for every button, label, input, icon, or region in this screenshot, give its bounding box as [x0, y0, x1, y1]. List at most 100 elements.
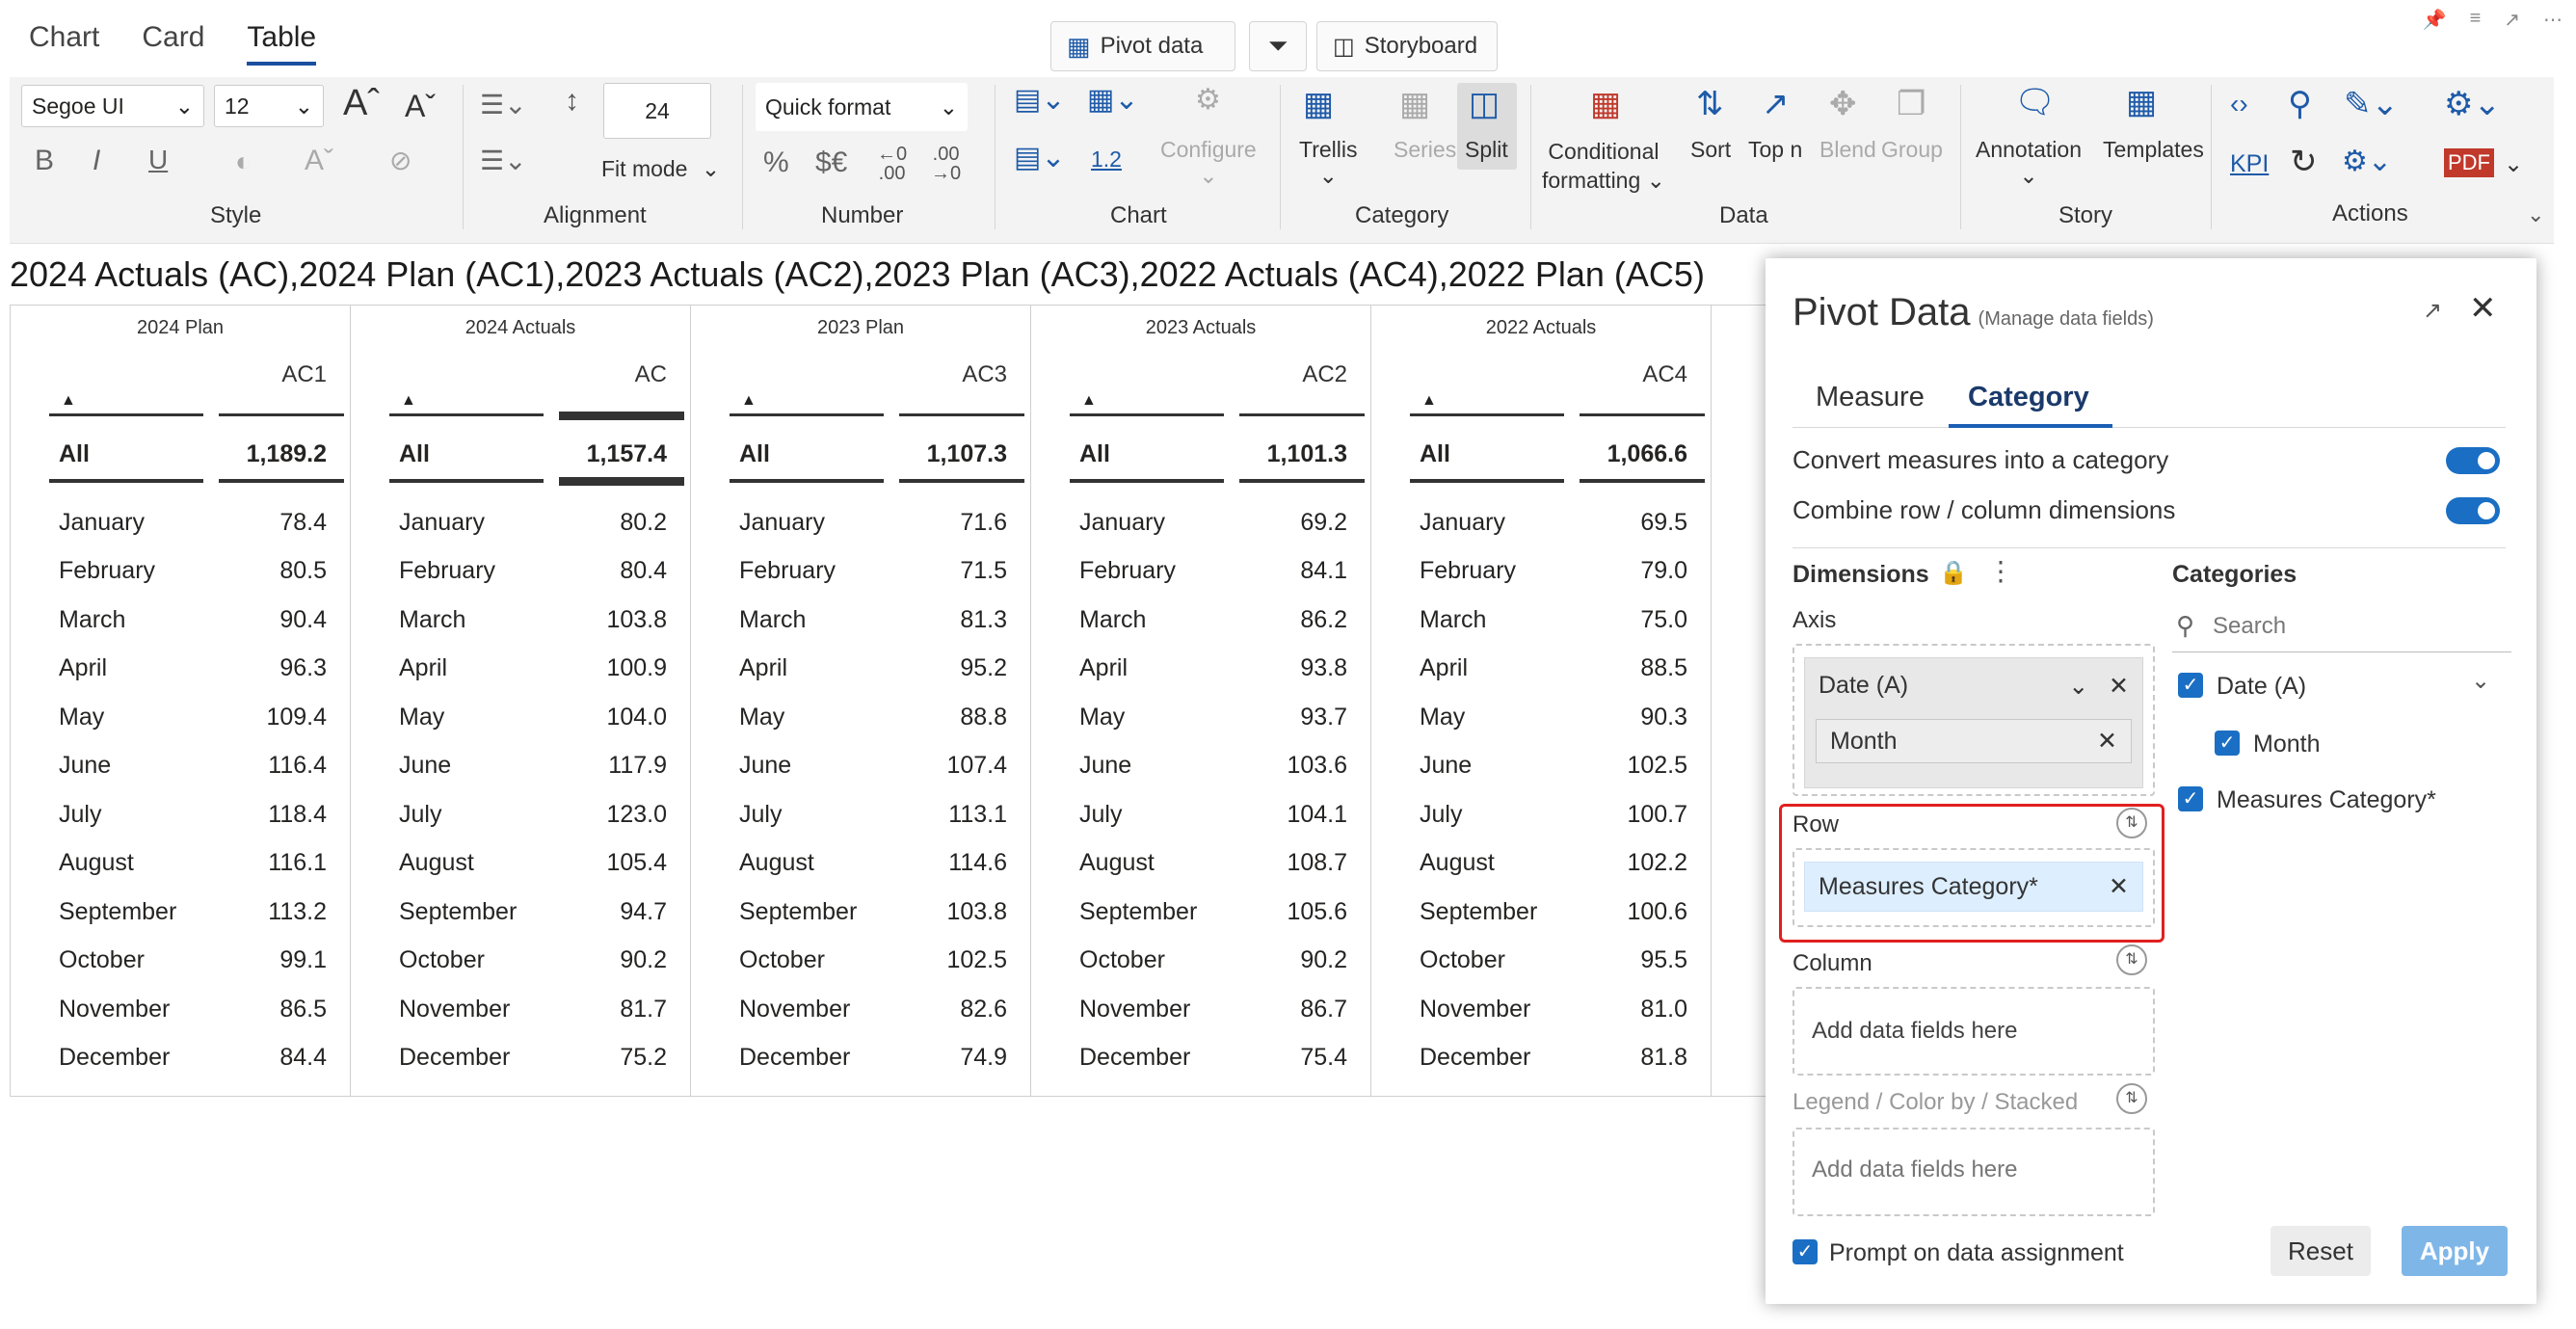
code-icon[interactable]: ‹›	[2230, 89, 2248, 120]
hide-icon[interactable]: ⊘	[389, 145, 412, 176]
checkbox-date[interactable]: ✓	[2178, 673, 2203, 698]
swap-icon[interactable]: ⇅	[2116, 944, 2147, 975]
categories-search-input[interactable]: Search	[2213, 613, 2286, 640]
sort-ascending-icon[interactable]: ▲	[1421, 392, 1437, 410]
bar-layout-icon[interactable]: ▤⌄	[1014, 83, 1065, 117]
export-settings-icon[interactable]: ⚙⌄	[2444, 85, 2501, 123]
pivot-data-button[interactable]: ▦ Pivot data	[1050, 21, 1235, 71]
sort-ascending-icon[interactable]: ▲	[741, 392, 757, 410]
row-chip-measures-category[interactable]: Measures Category* ✕	[1804, 862, 2143, 912]
pdf-export-icon[interactable]: PDF	[2444, 148, 2494, 177]
close-icon[interactable]: ✕	[2109, 673, 2129, 700]
convert-measures-toggle[interactable]	[2446, 447, 2500, 474]
column-code[interactable]: AC	[635, 361, 667, 388]
chart-value-format[interactable]: 1.2	[1091, 146, 1122, 173]
format-painter-icon[interactable]: ✎⌄	[2344, 85, 2399, 123]
row-value: 105.6	[1287, 897, 1347, 925]
pin-icon[interactable]: 📌	[2423, 8, 2447, 32]
apply-button[interactable]: Apply	[2402, 1226, 2508, 1276]
checkbox-measures-category[interactable]: ✓	[2178, 786, 2203, 811]
percent-icon[interactable]: %	[763, 146, 789, 179]
column-code[interactable]: AC3	[962, 361, 1007, 388]
axis-chip-month[interactable]: Month ✕	[1816, 719, 2132, 763]
stack-layout-icon[interactable]: ▤⌄	[1014, 141, 1065, 174]
row-value: 88.8	[960, 703, 1007, 731]
templates-button[interactable]: Templates	[2103, 137, 2204, 163]
close-icon[interactable]: ✕	[2469, 289, 2497, 328]
lock-icon[interactable]: 🔒	[1939, 559, 1968, 587]
column-code[interactable]: AC1	[281, 361, 327, 388]
fit-mode-select[interactable]: Fit mode ⌄	[601, 156, 720, 182]
checkbox-month[interactable]: ✓	[2215, 731, 2240, 756]
settings-icon[interactable]: ⚙⌄	[2342, 145, 2392, 178]
chart-settings-icon[interactable]: ⚙	[1195, 83, 1221, 117]
reset-button[interactable]: Reset	[2271, 1226, 2371, 1276]
close-icon[interactable]: ✕	[2109, 872, 2129, 901]
font-family-value: Segoe UI	[32, 93, 124, 119]
column-code[interactable]: AC2	[1302, 361, 1347, 388]
collapse-ribbon-icon[interactable]: ⌄	[2527, 202, 2544, 227]
decrease-font-icon[interactable]: Aˇ	[405, 89, 436, 124]
storyboard-button[interactable]: ◫ Storyboard	[1316, 21, 1498, 71]
more-options-icon[interactable]: ⋮	[1987, 555, 2014, 587]
align-horizontal-icon[interactable]: ☰⌄	[480, 89, 527, 120]
trellis-button[interactable]: Trellis ⌄	[1299, 137, 1357, 189]
align-vertical-icon[interactable]: ☰⌄	[480, 145, 527, 176]
table-row: May 88.8	[739, 693, 1007, 742]
cluster-layout-icon[interactable]: ▦⌄	[1087, 83, 1138, 117]
font-color-icon[interactable]: Aˇ	[305, 145, 333, 177]
sort-button[interactable]: Sort	[1690, 137, 1731, 163]
chevron-down-icon[interactable]: ⌄	[2504, 150, 2523, 178]
column-code[interactable]: AC4	[1642, 361, 1687, 388]
swap-icon[interactable]: ⇅	[2116, 808, 2147, 838]
group-button[interactable]: Group	[1881, 137, 1943, 163]
line-height-input[interactable]: 24	[603, 83, 711, 139]
bold-icon[interactable]: B	[35, 145, 54, 177]
quick-format-select[interactable]: Quick format ⌄	[756, 83, 968, 131]
expand-icon[interactable]: ↗	[2504, 8, 2520, 32]
tab-chart[interactable]: Chart	[29, 21, 99, 66]
conditional-formatting-button[interactable]: Conditional formatting ⌄	[1542, 137, 1665, 195]
group-label-number: Number	[821, 202, 904, 228]
chevron-down-icon[interactable]: ⌄	[2068, 673, 2088, 700]
sort-ascending-icon[interactable]: ▲	[401, 392, 416, 410]
more-options-icon[interactable]: ⋯	[2543, 8, 2563, 32]
close-icon[interactable]: ✕	[2097, 727, 2117, 756]
group-label-data: Data	[1719, 202, 1768, 228]
refresh-icon[interactable]: ↻	[2290, 143, 2318, 181]
sort-ascending-icon[interactable]: ▲	[61, 392, 76, 410]
blend-button[interactable]: Blend	[1819, 137, 1876, 163]
series-button[interactable]: Series	[1394, 137, 1456, 163]
increase-font-icon[interactable]: Aˆ	[343, 83, 380, 124]
chevron-down-icon[interactable]: ⌄	[2471, 667, 2490, 695]
configure-button[interactable]: Configure ⌄	[1160, 137, 1257, 189]
underline-icon[interactable]: U	[148, 145, 168, 175]
font-size-select[interactable]: 12 ⌄	[214, 85, 324, 127]
decrease-decimal-icon[interactable]: ←0.00	[877, 145, 907, 183]
annotation-button[interactable]: Annotation ⌄	[1976, 137, 2082, 189]
row-value: 104.1	[1287, 800, 1347, 828]
tab-table[interactable]: Table	[247, 21, 317, 66]
filter-button[interactable]: ⏷	[1249, 21, 1307, 71]
trellis-label: Trellis	[1299, 137, 1358, 162]
tab-card[interactable]: Card	[142, 21, 204, 66]
table-row: August 102.2	[1420, 839, 1687, 889]
sort-ascending-icon[interactable]: ▲	[1081, 392, 1097, 410]
tab-measure[interactable]: Measure	[1816, 382, 1925, 413]
table-column: 2024 Actuals AC ▲ All 1,157.4 January 80.2 Febr…	[351, 306, 691, 1096]
prompt-checkbox[interactable]: ✓	[1793, 1239, 1818, 1264]
fill-color-icon[interactable]: ◐	[235, 146, 252, 177]
search-icon[interactable]: ⚲	[2288, 85, 2312, 123]
top-n-button[interactable]: Top n	[1748, 137, 1802, 163]
increase-decimal-icon[interactable]: .00 →0	[931, 145, 961, 183]
popout-icon[interactable]: ↗	[2423, 297, 2442, 325]
currency-icon[interactable]: $€	[815, 146, 847, 179]
filter-icon[interactable]: ≡	[2470, 8, 2482, 32]
combine-dimensions-toggle[interactable]	[2446, 497, 2500, 524]
kpi-button[interactable]: KPI	[2230, 150, 2269, 178]
font-family-select[interactable]: Segoe UI ⌄	[21, 85, 204, 127]
row-value: 99.1	[279, 946, 327, 974]
swap-icon[interactable]: ⇅	[2116, 1083, 2147, 1114]
tab-category[interactable]: Category	[1968, 382, 2089, 413]
italic-icon[interactable]: I	[93, 145, 100, 177]
